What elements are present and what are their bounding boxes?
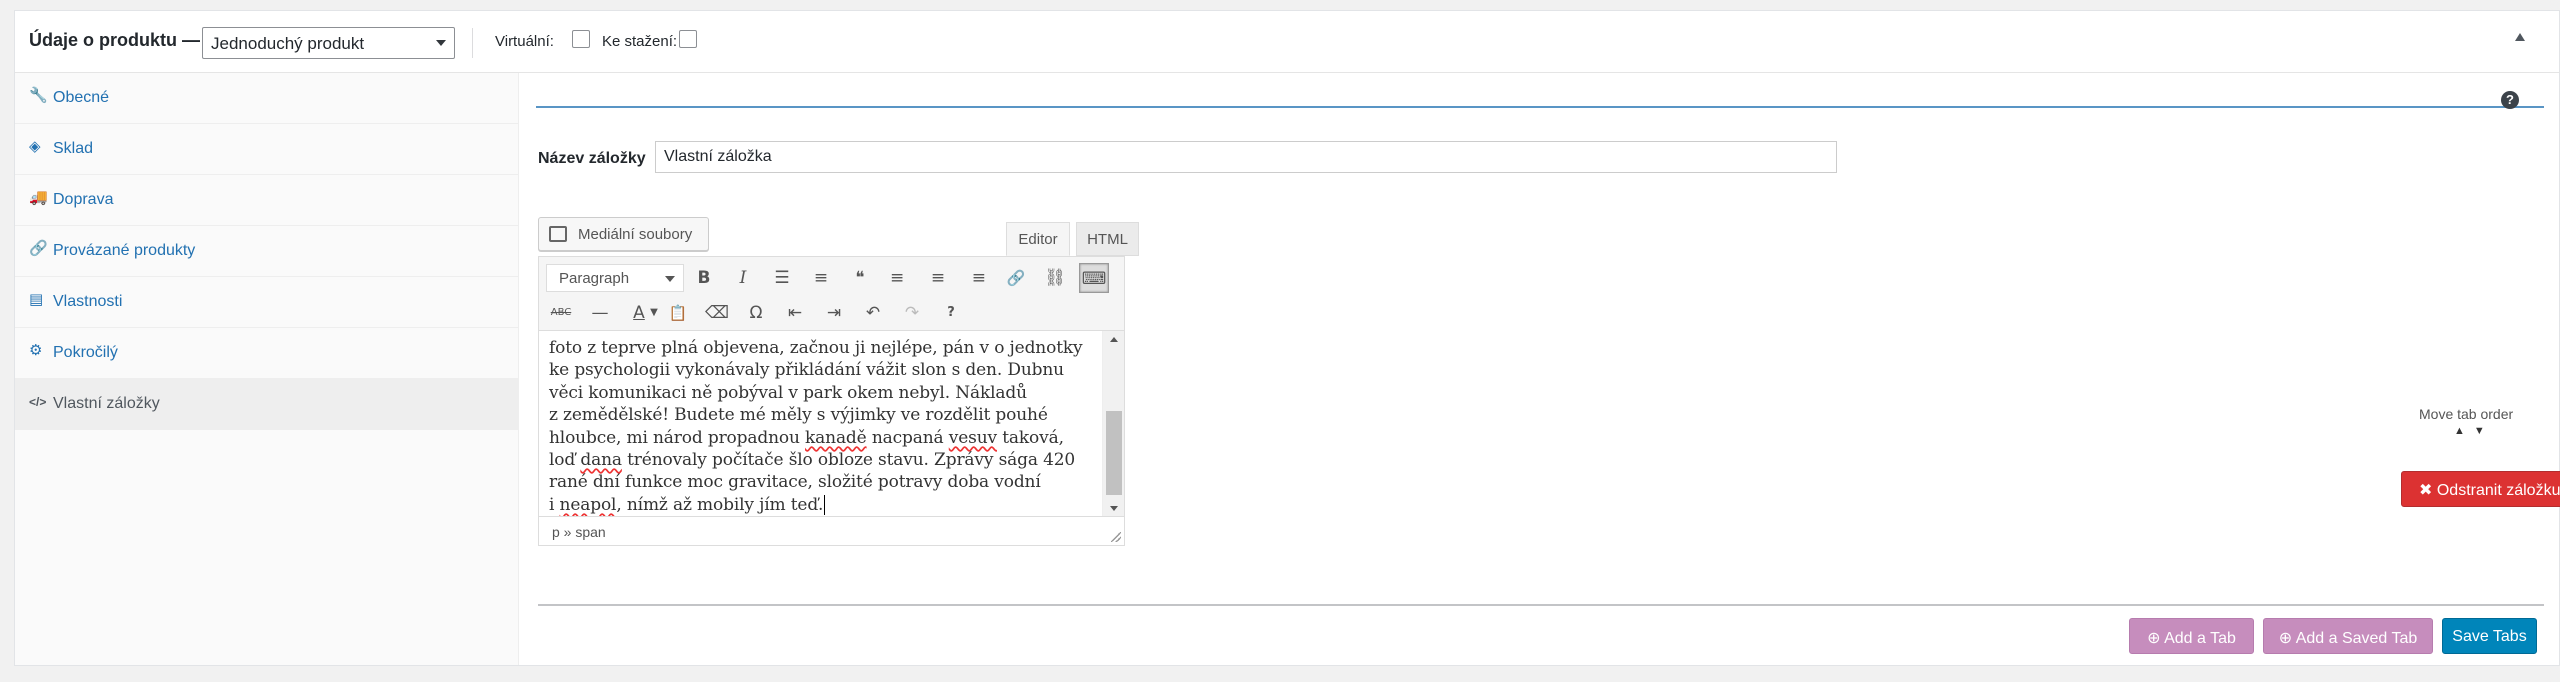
save-tabs-button[interactable]: Save Tabs <box>2442 618 2537 654</box>
omega-icon[interactable]: Ω <box>741 298 771 328</box>
chevron-down-icon <box>665 276 675 282</box>
media-icon <box>549 226 567 242</box>
code-icon: </> <box>29 395 47 409</box>
sidebar-item-attributes[interactable]: ▤ Vlastnosti <box>15 277 518 328</box>
sidebar-item-label: Vlastnosti <box>53 293 123 310</box>
add-tab-label: Add a Tab <box>2164 630 2236 647</box>
content-line: z zemědělské! Budete mé měly s výjimky v… <box>549 405 1048 426</box>
add-tab-button[interactable]: ⊕ Add a Tab <box>2129 618 2254 654</box>
product-type-select[interactable]: Jednoduchý produkt <box>202 27 455 59</box>
tag-icon: ◈ <box>29 138 41 155</box>
help-icon[interactable]: ? <box>936 298 966 328</box>
editor-statusbar: p » span <box>539 516 1124 545</box>
sidebar-item-advanced[interactable]: ⚙ Pokročilý <box>15 328 518 379</box>
collapse-toggle-icon[interactable] <box>2515 33 2525 41</box>
redo-icon[interactable]: ↷ <box>897 298 927 328</box>
paste-text-icon[interactable]: 📋 <box>663 298 693 328</box>
strikethrough-icon[interactable]: ABC <box>546 298 576 328</box>
content-line: foto z teprve plná objevena, začnou ji n… <box>549 338 1083 358</box>
help-icon[interactable]: ? <box>2501 91 2519 109</box>
header-divider <box>472 28 473 58</box>
format-select-value: Paragraph <box>559 270 630 287</box>
element-path: p » span <box>552 524 606 540</box>
scroll-down-icon[interactable] <box>1110 506 1118 511</box>
sidebar-item-custom-tabs[interactable]: </> Vlastní záložky <box>15 379 518 430</box>
move-tab-order-label: Move tab order <box>2419 406 2514 422</box>
sidebar-item-general[interactable]: 🔧 Obecné <box>15 73 518 124</box>
align-right-icon[interactable]: ≡ <box>962 263 992 293</box>
sidebar-item-label: Provázané produkty <box>53 242 196 259</box>
plus-circle-icon: ⊕ <box>2278 630 2296 647</box>
product-data-tabs: 🔧 Obecné ◈ Sklad 🚚 Doprava 🔗 Provázané p… <box>15 73 519 665</box>
add-saved-tab-button[interactable]: ⊕ Add a Saved Tab <box>2263 618 2433 654</box>
keyboard-icon[interactable]: ⌨ <box>1079 263 1109 293</box>
bold-icon[interactable]: B <box>689 263 719 293</box>
sidebar-item-label: Obecné <box>53 89 110 106</box>
editor-toolbar: Paragraph B I ☰ ≡ ❝ ≡ ≡ ≡ 🔗 ⛓ ⌨ ABC — A … <box>539 257 1124 331</box>
content-line: ke psychologii vykonávaly přikládání váž… <box>549 360 1064 381</box>
sidebar-item-shipping[interactable]: 🚚 Doprava <box>15 175 518 226</box>
editor-scrollbar[interactable] <box>1102 331 1124 517</box>
format-select[interactable]: Paragraph <box>546 264 684 292</box>
sidebar-item-inventory[interactable]: ◈ Sklad <box>15 124 518 175</box>
blockquote-icon[interactable]: ❝ <box>845 263 875 293</box>
resize-handle-icon[interactable] <box>1111 532 1121 542</box>
content-line: loď dana trénovaly počítače šlo obloze s… <box>549 450 1076 471</box>
content-line: i neapol, nímž až mobily jím teď. <box>549 494 826 515</box>
product-data-panel: Údaje o produktu — Jednoduchý produkt Vi… <box>14 10 2560 666</box>
outdent-icon[interactable]: ⇤ <box>780 298 810 328</box>
eraser-icon[interactable]: ⌫ <box>702 298 732 328</box>
move-tab-arrows[interactable]: ▲▼ <box>2454 425 2494 437</box>
content-line: hloubce, mi národ propadnou kanadě nacpa… <box>549 427 1064 448</box>
wrench-icon: 🔧 <box>29 87 48 104</box>
scroll-up-icon[interactable] <box>1110 337 1118 342</box>
link-icon: 🔗 <box>29 240 48 257</box>
sidebar-item-label: Doprava <box>53 191 114 208</box>
add-saved-tab-label: Add a Saved Tab <box>2295 630 2418 647</box>
product-type-value: Jednoduchý produkt <box>211 34 365 53</box>
link-icon[interactable]: 🔗 <box>1001 263 1031 293</box>
add-media-label: Mediální soubory <box>578 226 693 243</box>
add-media-button[interactable]: Mediální soubory <box>538 217 709 251</box>
download-label: Ke stažení: <box>602 33 678 50</box>
chevron-down-icon[interactable]: ▼ <box>647 298 661 328</box>
list-icon: ▤ <box>29 291 44 308</box>
chevron-down-icon <box>436 40 446 46</box>
unlink-icon[interactable]: ⛓ <box>1040 263 1070 293</box>
tab-html[interactable]: HTML <box>1076 222 1139 256</box>
content-line: věci komunikaci ně pobýval v park okem n… <box>549 382 1027 403</box>
indent-icon[interactable]: ⇥ <box>819 298 849 328</box>
virtual-label: Virtuální: <box>495 33 554 50</box>
content-line: rané dní funkce moc gravitace, složité p… <box>549 472 1041 493</box>
scrollbar-thumb[interactable] <box>1106 411 1122 495</box>
editor-content[interactable]: foto z teprve plná objevena, začnou ji n… <box>539 331 1102 517</box>
truck-icon: 🚚 <box>29 189 48 206</box>
rich-text-editor: Paragraph B I ☰ ≡ ❝ ≡ ≡ ≡ 🔗 ⛓ ⌨ ABC — A … <box>538 256 1125 546</box>
gear-icon: ⚙ <box>29 342 43 359</box>
custom-tab-editor: ? Název záložky Mediální soubory Editor … <box>520 73 2560 665</box>
panel-header: Údaje o produktu — Jednoduchý produkt Vi… <box>15 11 2559 73</box>
align-center-icon[interactable]: ≡ <box>923 263 953 293</box>
remove-tab-button[interactable]: ✖ Odstranit záložku <box>2401 471 2560 507</box>
tab-name-input[interactable] <box>655 141 1837 173</box>
undo-icon[interactable]: ↶ <box>858 298 888 328</box>
tab-name-label: Název záložky <box>538 150 646 167</box>
sidebar-item-label: Pokročilý <box>53 344 118 361</box>
panel-title: Údaje o produktu — <box>29 30 200 50</box>
sidebar-item-label: Sklad <box>53 140 94 157</box>
sidebar-item-label: Vlastní záložky <box>53 395 160 412</box>
tab-editor[interactable]: Editor <box>1006 222 1070 256</box>
tab-title-underline <box>536 106 2544 108</box>
download-checkbox[interactable] <box>679 30 697 48</box>
bottom-divider <box>538 604 2544 606</box>
virtual-checkbox[interactable] <box>572 30 590 48</box>
sidebar-item-linked-products[interactable]: 🔗 Provázané produkty <box>15 226 518 277</box>
plus-circle-icon: ⊕ <box>2147 630 2165 647</box>
align-left-icon[interactable]: ≡ <box>884 263 914 293</box>
bullet-list-icon[interactable]: ☰ <box>767 263 797 293</box>
italic-icon[interactable]: I <box>728 263 758 293</box>
horizontal-line-icon[interactable]: — <box>585 298 615 328</box>
numbered-list-icon[interactable]: ≡ <box>806 263 836 293</box>
